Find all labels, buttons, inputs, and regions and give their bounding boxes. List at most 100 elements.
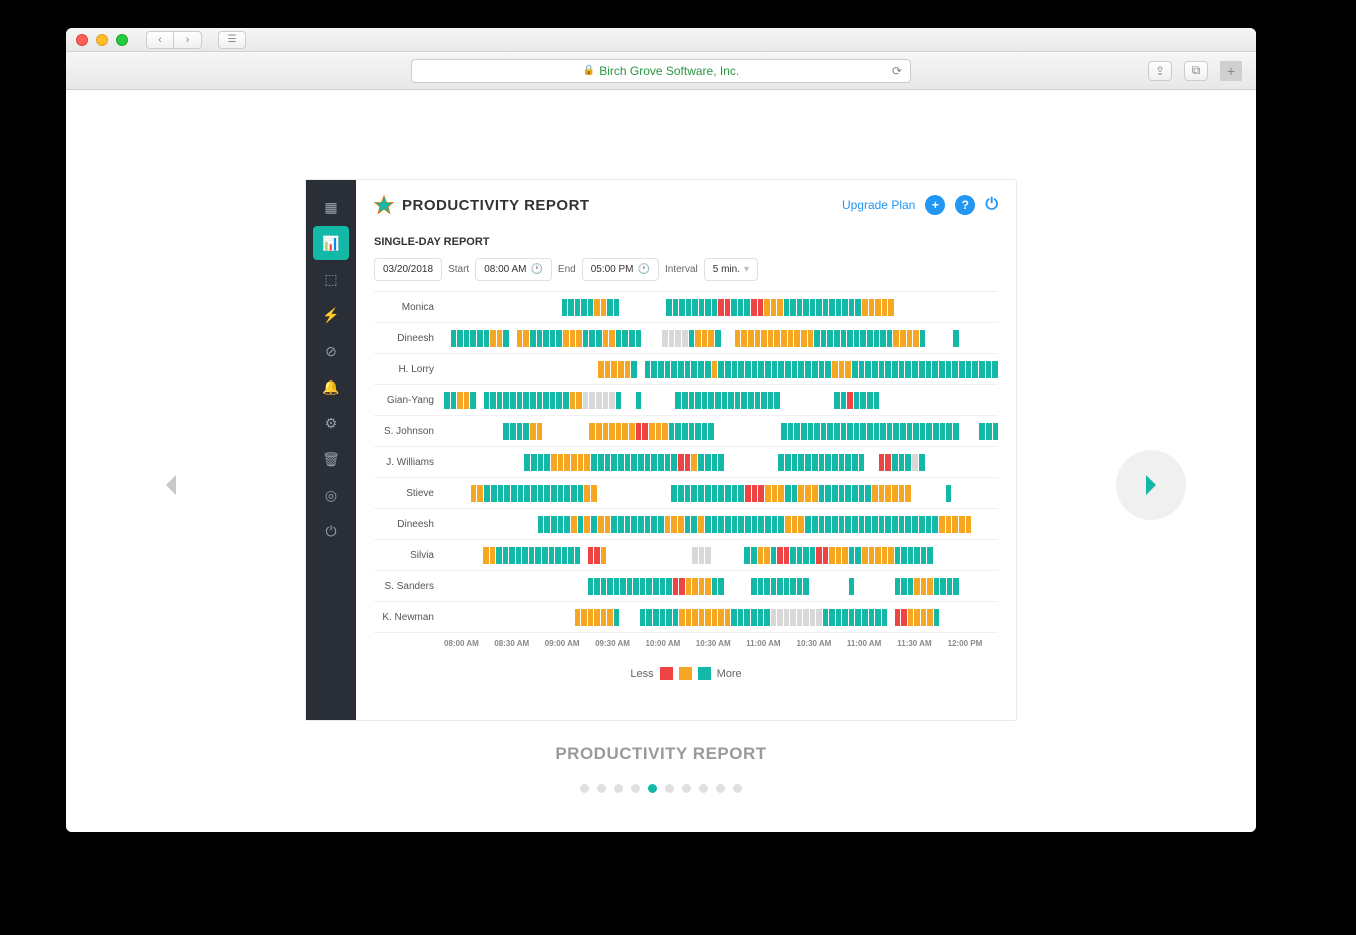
x-tick: 09:30 AM (595, 639, 645, 648)
carousel-dots (66, 784, 1256, 793)
x-axis: 08:00 AM08:30 AM09:00 AM09:30 AM10:00 AM… (374, 633, 998, 663)
sidebar-trash-icon[interactable]: 🗑 (313, 442, 349, 476)
sidebar-reports-icon[interactable]: 📊 (313, 226, 349, 260)
row-label: Monica (374, 302, 444, 313)
clock-icon: 🕐 (638, 264, 650, 275)
table-row: Gian-Yang (374, 385, 998, 416)
end-time-picker[interactable]: 05:00 PM🕐 (582, 258, 659, 281)
tabs-icon[interactable]: ⧉ (1184, 61, 1208, 81)
table-row: J. Williams (374, 447, 998, 478)
power-icon[interactable]: ⏻ (985, 196, 998, 214)
carousel-dot[interactable] (716, 784, 725, 793)
x-tick: 11:30 AM (897, 639, 947, 648)
app-sidebar: ▦📊⬚⚡⊘🔔⚙🗑◎⏻ (306, 180, 356, 720)
app-main: PRODUCTIVITY REPORT Upgrade Plan + ? ⏻ S… (356, 180, 1016, 720)
start-label: Start (448, 264, 469, 275)
carousel-dot[interactable] (597, 784, 606, 793)
minimize-window-icon[interactable] (96, 34, 108, 46)
carousel-dot[interactable] (580, 784, 589, 793)
new-tab-button[interactable]: + (1220, 61, 1242, 81)
maximize-window-icon[interactable] (116, 34, 128, 46)
app-header: PRODUCTIVITY REPORT Upgrade Plan + ? ⏻ (356, 180, 1016, 230)
carousel-next-button[interactable] (1116, 450, 1186, 520)
add-button[interactable]: + (925, 195, 945, 215)
table-row: S. Johnson (374, 416, 998, 447)
row-label: Silvia (374, 550, 444, 561)
chevron-left-icon (162, 473, 180, 497)
sidebar-block-icon[interactable]: ⊘ (313, 334, 349, 368)
legend-less-label: Less (630, 668, 653, 680)
close-window-icon[interactable] (76, 34, 88, 46)
table-row: H. Lorry (374, 354, 998, 385)
carousel-caption: PRODUCTIVITY REPORT (66, 744, 1256, 764)
table-row: Dineesh (374, 509, 998, 540)
header-actions: Upgrade Plan + ? ⏻ (842, 195, 998, 215)
share-icon[interactable]: ⇪ (1148, 61, 1172, 81)
x-tick: 10:00 AM (645, 639, 695, 648)
row-label: Gian-Yang (374, 395, 444, 406)
carousel-dot[interactable] (665, 784, 674, 793)
activity-bar (444, 547, 998, 564)
x-tick: 11:00 AM (847, 639, 897, 648)
activity-bar (444, 299, 998, 316)
report-body: SINGLE-DAY REPORT 03/20/2018 Start 08:00… (356, 230, 1016, 720)
carousel-dot[interactable] (614, 784, 623, 793)
activity-bar (444, 609, 998, 626)
chevron-down-icon: ▾ (744, 264, 749, 275)
sidebar-dashboard-icon[interactable]: ▦ (313, 190, 349, 224)
table-row: Monica (374, 292, 998, 323)
sidebar-bolt-icon[interactable]: ⚡ (313, 298, 349, 332)
legend-swatch-red (660, 667, 673, 680)
legend-swatch-yellow (679, 667, 692, 680)
activity-bar (444, 485, 998, 502)
carousel-prev-button[interactable] (136, 450, 206, 520)
end-label: End (558, 264, 576, 275)
report-controls: 03/20/2018 Start 08:00 AM🕐 End 05:00 PM🕐… (374, 258, 998, 281)
lock-icon: 🔒 (583, 65, 595, 76)
carousel-dot[interactable] (733, 784, 742, 793)
reload-icon[interactable]: ⟳ (892, 64, 902, 78)
sidebar-gear-icon[interactable]: ⚙ (313, 406, 349, 440)
carousel-dot[interactable] (699, 784, 708, 793)
legend-swatch-teal (698, 667, 711, 680)
sidebar-target-icon[interactable]: ◎ (313, 478, 349, 512)
app-title-text: PRODUCTIVITY REPORT (402, 197, 590, 214)
row-label: S. Sanders (374, 581, 444, 592)
address-bar[interactable]: 🔒 Birch Grove Software, Inc. ⟳ (411, 59, 911, 83)
traffic-lights (76, 34, 128, 46)
row-label: K. Newman (374, 612, 444, 623)
row-label: H. Lorry (374, 364, 444, 375)
row-label: Dineesh (374, 333, 444, 344)
sidebar-cube-icon[interactable]: ⬚ (313, 262, 349, 296)
date-picker[interactable]: 03/20/2018 (374, 258, 442, 281)
row-label: J. Williams (374, 457, 444, 468)
forward-button[interactable]: › (174, 31, 202, 49)
carousel-dot[interactable] (648, 784, 657, 793)
chevron-right-icon (1142, 473, 1160, 497)
interval-select[interactable]: 5 min.▾ (704, 258, 758, 281)
star-logo-icon (374, 195, 394, 215)
carousel-dot[interactable] (631, 784, 640, 793)
chart-legend: Less More (374, 663, 998, 684)
row-label: S. Johnson (374, 426, 444, 437)
start-time-picker[interactable]: 08:00 AM🕐 (475, 258, 552, 281)
x-tick: 09:00 AM (545, 639, 595, 648)
sidebar-toggle-icon[interactable]: ☰ (218, 31, 246, 49)
activity-bar (444, 454, 998, 471)
carousel-dot[interactable] (682, 784, 691, 793)
back-button[interactable]: ‹ (146, 31, 174, 49)
toolbar-right: ⇪ ⧉ + (1148, 61, 1242, 81)
activity-bar (444, 516, 998, 533)
table-row: S. Sanders (374, 571, 998, 602)
sidebar-power-icon[interactable]: ⏻ (313, 514, 349, 548)
table-row: K. Newman (374, 602, 998, 633)
upgrade-plan-link[interactable]: Upgrade Plan (842, 198, 915, 212)
table-row: Dineesh (374, 323, 998, 354)
browser-window: ‹ › ☰ 🔒 Birch Grove Software, Inc. ⟳ ⇪ ⧉… (66, 28, 1256, 832)
app-title: PRODUCTIVITY REPORT (374, 195, 590, 215)
x-tick: 10:30 AM (797, 639, 847, 648)
sidebar-bell-icon[interactable]: 🔔 (313, 370, 349, 404)
productivity-chart: Monica Dineesh H. Lorry Gian-Yang S. Johnson… (374, 291, 998, 633)
help-button[interactable]: ? (955, 195, 975, 215)
clock-icon: 🕐 (530, 264, 542, 275)
